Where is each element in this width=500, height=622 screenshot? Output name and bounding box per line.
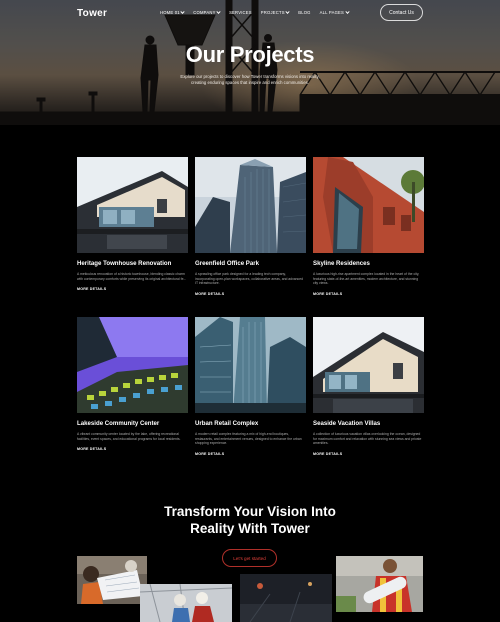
project-title[interactable]: Skyline Residences <box>313 260 424 267</box>
more-details-link[interactable]: MORE DETAILS <box>313 452 424 456</box>
project-card: Lakeside Community Center A vibrant comm… <box>77 317 188 451</box>
project-title[interactable]: Urban Retail Complex <box>195 420 306 427</box>
project-card: Heritage Townhouse Renovation A meticulo… <box>77 157 188 291</box>
project-image[interactable] <box>313 157 424 253</box>
site-logo[interactable]: Tower <box>77 8 107 19</box>
project-image[interactable] <box>195 157 306 253</box>
project-description: A collection of luxurious vacation villa… <box>313 432 422 446</box>
menu-item-projects-label: PROJECTS <box>260 10 285 15</box>
page-subtitle: Explore our projects to discover how Tow… <box>180 74 320 85</box>
project-title[interactable]: Lakeside Community Center <box>77 420 188 427</box>
menu-item-all-pages[interactable]: ALL PAGES <box>319 9 350 15</box>
menu-item-services[interactable]: SERVICES <box>229 10 252 15</box>
more-details-link[interactable]: MORE DETAILS <box>195 452 306 456</box>
project-description: A vibrant community center located by th… <box>77 432 181 441</box>
collage-photo-site-night <box>240 574 332 622</box>
menu-item-company-label: COMPANY <box>193 10 216 15</box>
more-details-link[interactable]: MORE DETAILS <box>195 292 306 296</box>
menu-item-company[interactable]: COMPANY <box>193 9 221 15</box>
get-started-button[interactable]: Let's get started <box>222 549 277 567</box>
project-title[interactable]: Heritage Townhouse Renovation <box>77 260 188 267</box>
project-description: A modern retail complex featuring a mix … <box>195 432 302 446</box>
chevron-down-icon <box>180 9 185 14</box>
menu-item-blog[interactable]: BLOG <box>298 10 310 15</box>
project-description: A luxurious high-rise apartment complex … <box>313 272 420 286</box>
main-menu: HOME 01 COMPANY SERVICES PROJECTS BLOG A… <box>160 9 350 15</box>
project-description: A sprawling office park designed for a l… <box>195 272 304 286</box>
project-image[interactable] <box>77 317 188 413</box>
project-title[interactable]: Greenfield Office Park <box>195 260 306 267</box>
chevron-down-icon <box>344 9 350 14</box>
menu-item-projects[interactable]: PROJECTS <box>260 9 290 15</box>
menu-item-all-pages-label: ALL PAGES <box>319 10 345 15</box>
chevron-down-icon <box>216 9 221 14</box>
cta-heading-line-1: Transform Your Vision Into <box>164 504 336 519</box>
project-card: Skyline Residences A luxurious high-rise… <box>313 157 424 296</box>
menu-item-home[interactable]: HOME 01 <box>160 9 185 15</box>
menu-item-home-label: HOME 01 <box>160 10 180 15</box>
collage-photo-engineers-plans <box>77 556 147 604</box>
top-navigation: Tower HOME 01 COMPANY SERVICES PROJECTS … <box>0 0 500 26</box>
menu-item-services-label: SERVICES <box>229 10 252 15</box>
project-card: Seaside Vacation Villas A collection of … <box>313 317 424 456</box>
cta-heading-line-2: Reality With Tower <box>190 521 310 536</box>
page-title: Our Projects <box>185 42 315 67</box>
chevron-down-icon <box>285 9 290 14</box>
menu-item-blog-label: BLOG <box>298 10 311 15</box>
cta-heading: Transform Your Vision Into Reality With … <box>0 503 500 537</box>
project-description: A meticulous renovation of a historic to… <box>77 272 187 281</box>
more-details-link[interactable]: MORE DETAILS <box>77 287 188 291</box>
contact-us-button[interactable]: Contact Us <box>380 4 423 21</box>
hero-banner: Tower HOME 01 COMPANY SERVICES PROJECTS … <box>0 0 500 125</box>
collage-photo-workers-hardhats <box>140 584 232 622</box>
collage-photo-blueprint-worker <box>336 556 423 612</box>
more-details-link[interactable]: MORE DETAILS <box>77 447 188 451</box>
project-image[interactable] <box>77 157 188 253</box>
project-card: Greenfield Office Park A sprawling offic… <box>195 157 306 296</box>
project-image[interactable] <box>195 317 306 413</box>
project-image[interactable] <box>313 317 424 413</box>
more-details-link[interactable]: MORE DETAILS <box>313 292 424 296</box>
project-card: Urban Retail Complex A modern retail com… <box>195 317 306 456</box>
project-title[interactable]: Seaside Vacation Villas <box>313 420 424 427</box>
